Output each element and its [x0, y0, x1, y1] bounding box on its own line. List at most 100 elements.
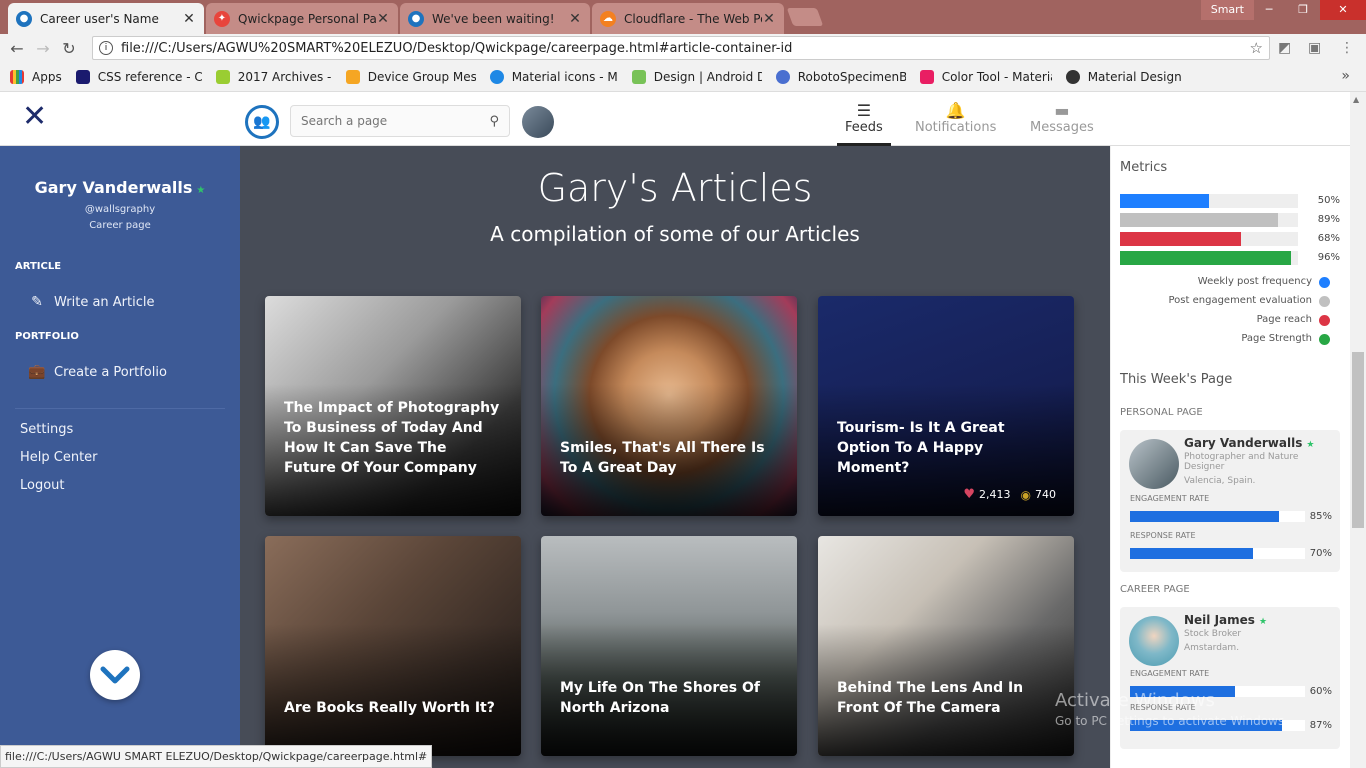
metric-track — [1120, 194, 1298, 208]
color-tool-icon — [919, 69, 934, 84]
scroll-up-icon[interactable]: ▲ — [1353, 95, 1359, 104]
engagement-bar — [1130, 511, 1305, 522]
app-header: ✕ 👥 ⚲ ☰ Feeds 🔔 Notifications ▬ Messages — [0, 92, 1350, 146]
views-icon[interactable]: ◉ — [1021, 488, 1031, 502]
search-input[interactable] — [301, 114, 490, 128]
bookmark-material-design[interactable]: Material Design — [1065, 69, 1182, 84]
tab-waiting[interactable]: ● We've been waiting! ✕ — [400, 3, 590, 34]
close-tab-icon[interactable]: ✕ — [568, 11, 582, 27]
article-title: Smiles, That's All There Is To A Great D… — [560, 440, 765, 476]
legend-dot — [1319, 277, 1330, 288]
tab-career[interactable]: ● Career user's Name ✕ — [8, 3, 204, 34]
profile-handle: @wallsgraphy — [84, 204, 156, 215]
bookmark-css[interactable]: CSS reference - CSS — [75, 69, 202, 84]
settings-link[interactable]: Settings — [20, 422, 73, 437]
metric-bar: 89% — [1120, 213, 1340, 227]
views-count: 740 — [1035, 488, 1056, 501]
close-menu-icon[interactable]: ✕ — [22, 102, 47, 132]
bookmark-label: Color Tool - Material — [941, 69, 1052, 84]
browser-menu-icon[interactable]: ⋮ — [1340, 40, 1354, 56]
page-owner-name: Gary Vanderwalls ★ — [1184, 436, 1314, 450]
extension-icon[interactable]: ◩ — [1278, 40, 1291, 56]
article-card[interactable]: Are Books Really Worth It? — [265, 536, 521, 756]
page-scrollbar[interactable]: ▲ — [1350, 92, 1366, 768]
site-logo-icon: ● — [408, 10, 424, 27]
tab-title: We've been waiting! — [432, 11, 555, 26]
heart-icon[interactable]: ♥ — [963, 487, 975, 502]
engagement-label: ENGAGEMENT RATE — [1130, 669, 1210, 678]
metric-fill — [1120, 251, 1291, 265]
write-article-link[interactable]: ✎ Write an Article — [28, 294, 155, 310]
firebase-icon — [345, 69, 360, 84]
bookmark-apps[interactable]: Apps — [10, 69, 62, 84]
bookmark-device[interactable]: Device Group Messa — [345, 69, 476, 84]
article-card[interactable]: My Life On The Shores Of North Arizona — [541, 536, 797, 756]
forward-arrow-icon[interactable]: → — [30, 39, 56, 58]
url-field[interactable]: i file:///C:/Users/AGWU%20SMART%20ELEZUO… — [92, 36, 1270, 60]
material-icon — [489, 69, 504, 84]
article-title: Tourism- Is It A Great Option To A Happy… — [837, 420, 1005, 476]
tab-feeds[interactable]: ☰ Feeds — [837, 102, 891, 146]
bookmark-material-icons[interactable]: Material icons - Mat — [489, 69, 618, 84]
close-tab-icon[interactable]: ✕ — [376, 11, 390, 27]
tab-messages[interactable]: ▬ Messages — [1030, 102, 1094, 136]
engagement-label: ENGAGEMENT RATE — [1130, 494, 1210, 503]
fm-icon — [215, 69, 230, 84]
window-close-icon[interactable]: ✕ — [1320, 0, 1366, 20]
scrollbar-thumb[interactable] — [1352, 352, 1364, 528]
reload-icon[interactable]: ↻ — [56, 39, 82, 58]
personal-page-card[interactable]: Gary Vanderwalls ★ Photographer and Natur… — [1120, 430, 1340, 572]
article-card[interactable]: Behind The Lens And In Front Of The Came… — [818, 536, 1074, 756]
minimize-icon[interactable]: ─ — [1252, 0, 1286, 20]
bookmark-archives[interactable]: 2017 Archives - FOU — [215, 69, 332, 84]
bookmark-roboto[interactable]: RobotoSpecimenBoo — [775, 69, 906, 84]
close-tab-icon[interactable]: ✕ — [762, 11, 776, 27]
bookmark-label: Material Design — [1087, 69, 1182, 84]
tab-cloudflare[interactable]: ☁ Cloudflare - The Web Per ✕ — [592, 3, 784, 34]
legend-dot — [1319, 315, 1330, 326]
bookmark-android[interactable]: Design | Android De — [631, 69, 762, 84]
metric-percent: 50% — [1317, 195, 1340, 206]
close-tab-icon[interactable]: ✕ — [182, 11, 196, 27]
cast-icon[interactable]: ▣ — [1308, 40, 1321, 56]
article-card[interactable]: The Impact of Photography To Business of… — [265, 296, 521, 516]
browser-tab-bar: ● Career user's Name ✕ ✦ Qwickpage Perso… — [0, 0, 1366, 34]
personal-page-label: PERSONAL PAGE — [1120, 407, 1203, 418]
metric-fill — [1120, 194, 1209, 208]
restore-icon[interactable]: ❐ — [1286, 0, 1320, 20]
bookmark-color-tool[interactable]: Color Tool - Material — [919, 69, 1052, 84]
profile-badge[interactable]: Smart — [1200, 0, 1254, 20]
article-card[interactable]: Smiles, That's All There Is To A Great D… — [541, 296, 797, 516]
legend-dot — [1319, 296, 1330, 307]
activation-watermark-sub: Go to PC settings to activate Windows. — [1055, 714, 1289, 728]
search-icon[interactable]: ⚲ — [489, 114, 499, 129]
logout-link[interactable]: Logout — [20, 478, 65, 493]
right-panel: Metrics 50% 89% 68% 96% Weekly post freq… — [1110, 146, 1350, 768]
new-tab-button[interactable] — [786, 8, 824, 26]
legend-item: Page Strength — [1120, 332, 1330, 346]
owner-location: Valencia, Spain. — [1184, 476, 1256, 486]
app-logo-icon[interactable]: 👥 — [245, 105, 279, 139]
article-title: Behind The Lens And In Front Of The Came… — [837, 680, 1024, 716]
back-arrow-icon[interactable]: ← — [4, 39, 30, 58]
bookmark-label: Material icons - Mat — [511, 69, 618, 84]
help-center-link[interactable]: Help Center — [20, 450, 98, 465]
legend-label: Page reach — [1256, 314, 1312, 325]
week-title: This Week's Page — [1120, 372, 1233, 387]
tab-qwickpage[interactable]: ✦ Qwickpage Personal Page ✕ — [206, 3, 398, 34]
tab-notifications[interactable]: 🔔 Notifications — [915, 102, 997, 136]
url-text: file:///C:/Users/AGWU%20SMART%20ELEZUO/D… — [121, 40, 793, 56]
bookmark-star-icon[interactable]: ☆ — [1250, 39, 1263, 57]
user-avatar[interactable] — [522, 106, 554, 138]
legend-item: Weekly post frequency — [1120, 275, 1330, 289]
tab-label: Notifications — [915, 120, 997, 135]
write-article-label: Write an Article — [54, 294, 155, 310]
engagement-fill — [1130, 511, 1279, 522]
info-icon[interactable]: i — [99, 41, 113, 55]
create-portfolio-link[interactable]: 💼 Create a Portfolio — [28, 364, 167, 380]
more-bookmarks-icon[interactable]: » — [1341, 68, 1350, 84]
bookmark-label: Design | Android De — [653, 69, 762, 84]
search-box[interactable]: ⚲ — [290, 105, 510, 137]
scroll-down-button[interactable] — [90, 650, 140, 700]
article-card[interactable]: Tourism- Is It A Great Option To A Happy… — [818, 296, 1074, 516]
